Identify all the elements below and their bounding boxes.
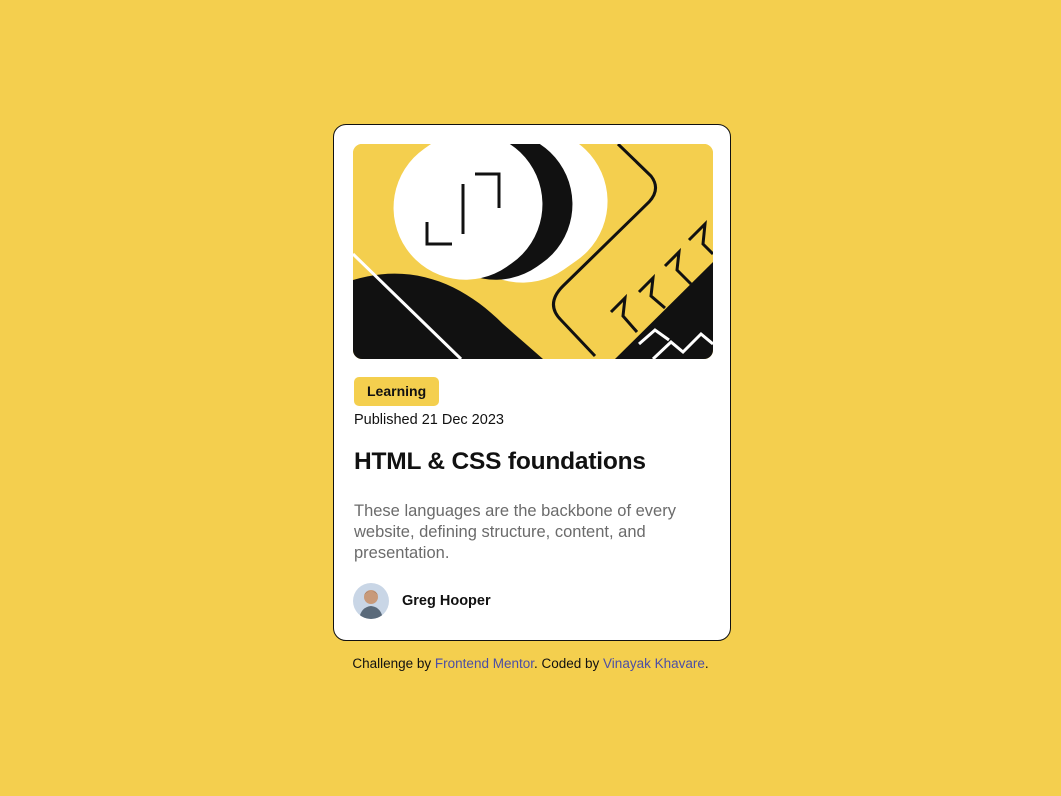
author-name: Greg Hooper: [402, 593, 491, 609]
category-tag: Learning: [354, 377, 440, 406]
card-description: These languages are the backbone of ever…: [354, 502, 676, 562]
hero-illustration: [353, 144, 713, 359]
frontend-mentor-link[interactable]: Frontend Mentor: [435, 656, 534, 671]
challenge-prefix: Challenge by: [352, 656, 432, 671]
attribution-suffix: .: [704, 656, 709, 671]
author-link[interactable]: Vinayak Khavare: [603, 656, 705, 671]
card-title[interactable]: HTML & CSS foundations: [354, 448, 646, 476]
published-date: Published 21 Dec 2023: [354, 412, 504, 428]
author: Greg Hooper: [353, 583, 491, 619]
blog-preview-card: Learning Published 21 Dec 2023 HTML & CS…: [333, 124, 731, 641]
coded-by-prefix: . Coded by: [533, 656, 600, 671]
attribution-footer: Challenge by Frontend Mentor. Coded by V…: [0, 656, 1061, 671]
avatar: [353, 583, 389, 619]
